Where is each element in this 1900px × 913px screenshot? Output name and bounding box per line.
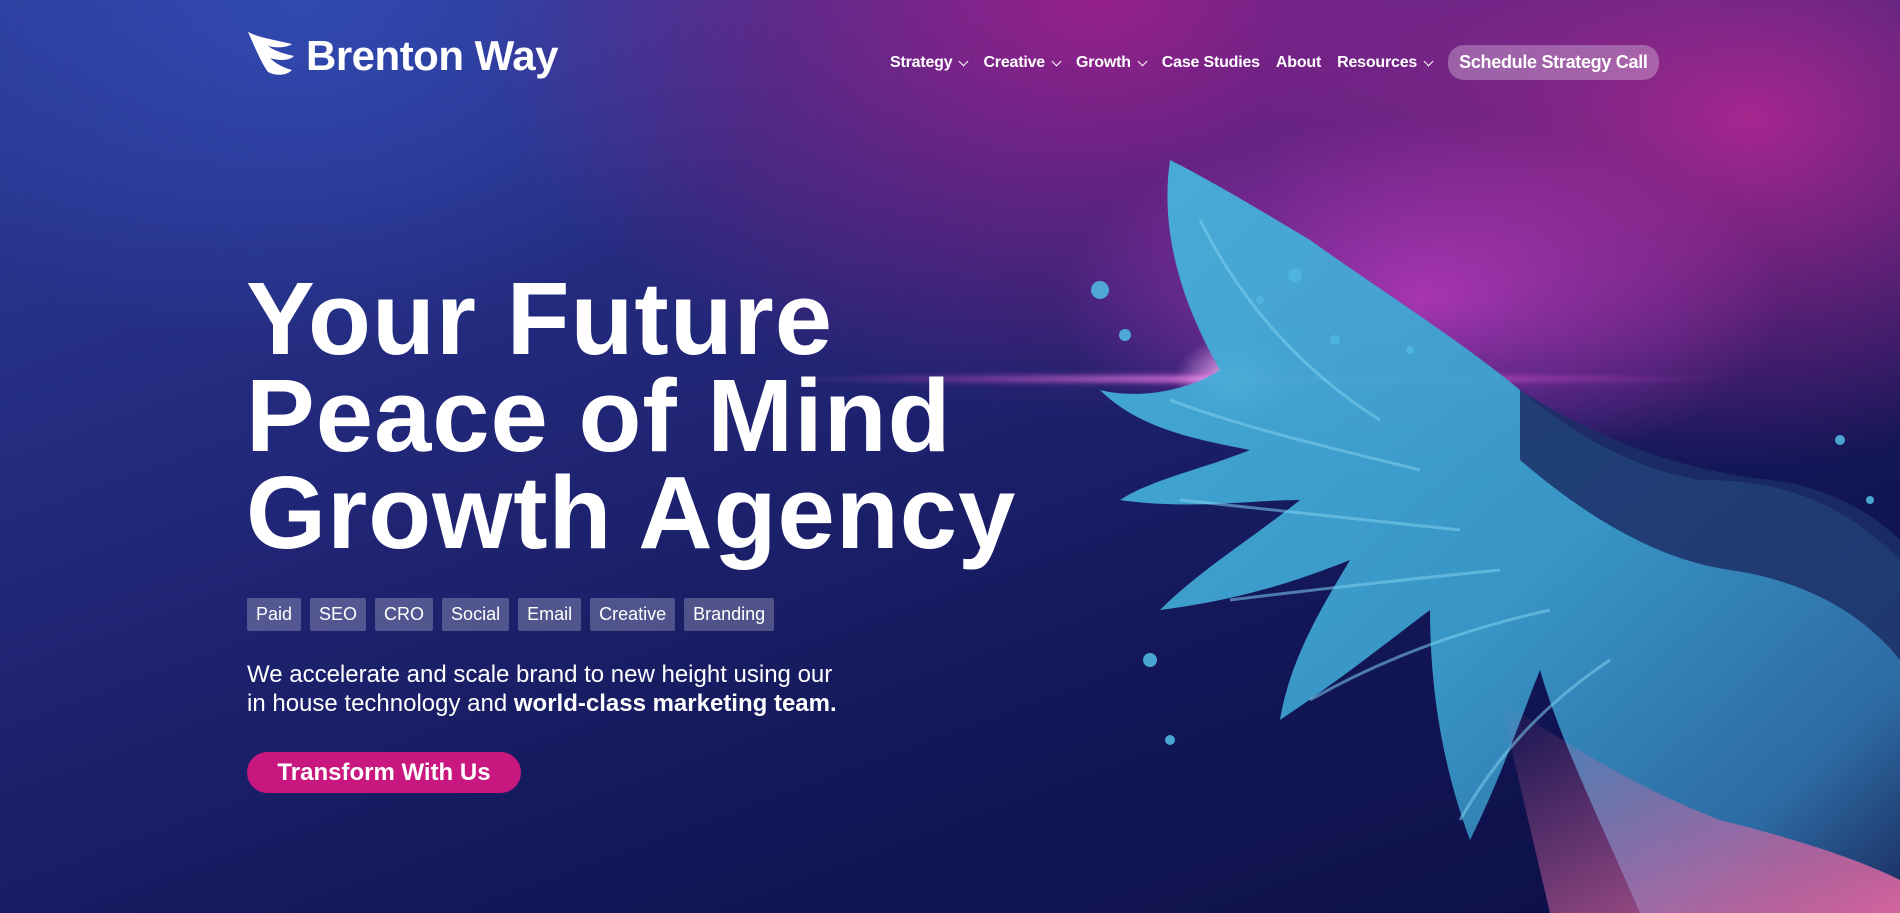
site-header: Brenton Way Strategy Creative Growth Cas…	[0, 0, 1900, 110]
service-tags: Paid SEO CRO Social Email Creative Brand…	[247, 598, 783, 631]
headline-line: Peace of Mind	[246, 358, 952, 473]
tag-cro: CRO	[375, 598, 434, 631]
nav-item-label: Growth	[1076, 53, 1131, 71]
hero-description: We accelerate and scale brand to new hei…	[247, 660, 837, 718]
description-line-1: We accelerate and scale brand to new hei…	[247, 661, 833, 688]
tag-social: Social	[442, 598, 510, 631]
nav-item-strategy[interactable]: Strategy	[890, 53, 969, 72]
schedule-strategy-call-button[interactable]: Schedule Strategy Call	[1448, 45, 1659, 80]
wing-illustration	[1091, 160, 1900, 913]
chevron-down-icon	[1051, 56, 1062, 66]
nav-item-label: About	[1275, 53, 1322, 71]
headline-line: Your Future	[246, 261, 834, 376]
nav-item-label: Resources	[1337, 53, 1418, 71]
hero-headline: Your Future Peace of Mind Growth Agency	[246, 261, 1017, 570]
tag-paid: Paid	[247, 598, 302, 631]
nav-item-creative[interactable]: Creative	[983, 53, 1062, 72]
chevron-down-icon	[958, 56, 969, 66]
nav-item-resources[interactable]: Resources	[1337, 53, 1434, 72]
brand-logo[interactable]: Brenton Way	[246, 30, 558, 82]
main-nav: Strategy Creative Growth Case Studies Ab…	[890, 45, 1659, 80]
hero-section: Your Future Peace of Mind Growth Agency	[246, 261, 1017, 570]
transform-with-us-button[interactable]: Transform With Us	[247, 752, 521, 793]
nav-item-label: Creative	[983, 53, 1045, 71]
headline-line: Growth Agency	[246, 455, 1017, 570]
description-line-2: in house technology and	[247, 690, 514, 717]
tag-branding: Branding	[684, 598, 775, 631]
nav-item-about[interactable]: About	[1276, 54, 1321, 72]
chevron-down-icon	[1423, 56, 1434, 66]
wing-logo-icon	[248, 32, 294, 75]
nav-item-label: Strategy	[890, 53, 953, 71]
chevron-down-icon	[1137, 56, 1148, 66]
tag-seo: SEO	[310, 598, 367, 631]
nav-item-label: Case Studies	[1161, 53, 1260, 71]
description-emphasis: world-class marketing team.	[513, 690, 837, 717]
tag-creative: Creative	[590, 598, 676, 631]
nav-item-growth[interactable]: Growth	[1076, 53, 1148, 72]
tag-email: Email	[518, 598, 582, 631]
nav-item-case-studies[interactable]: Case Studies	[1162, 54, 1260, 72]
brand-name: Brenton Way	[306, 32, 558, 79]
